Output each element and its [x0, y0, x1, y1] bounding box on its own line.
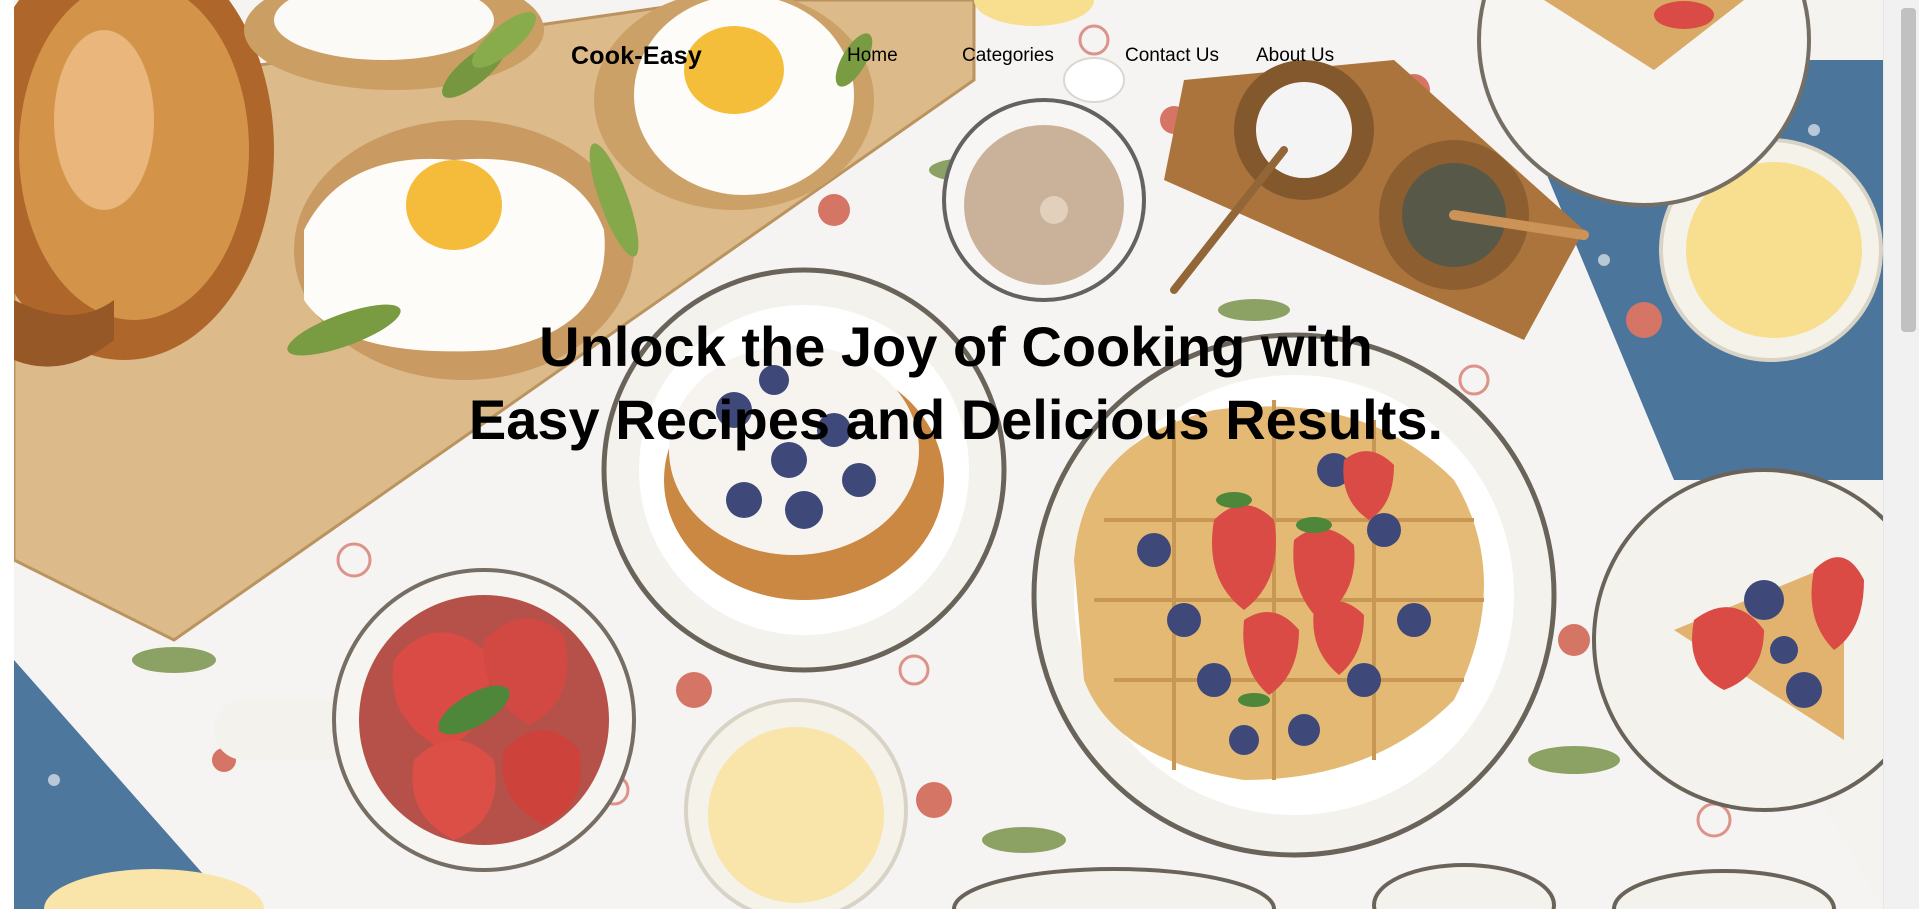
- nav-link-home[interactable]: Home: [847, 45, 898, 67]
- vertical-scrollbar[interactable]: [1883, 0, 1919, 909]
- left-gutter: [0, 0, 14, 909]
- hero-headline: Unlock the Joy of Cooking with Easy Reci…: [468, 315, 1444, 451]
- nav-link-about[interactable]: About Us: [1256, 45, 1334, 67]
- navbar: Cook-Easy Home Categories Contact Us Abo…: [14, 40, 1883, 72]
- hero-section: Cook-Easy Home Categories Contact Us Abo…: [14, 0, 1883, 909]
- nav-link-contact[interactable]: Contact Us: [1125, 45, 1219, 67]
- brand-logo[interactable]: Cook-Easy: [571, 42, 702, 71]
- page: Cook-Easy Home Categories Contact Us Abo…: [0, 0, 1919, 909]
- nav-link-categories[interactable]: Categories: [962, 45, 1054, 67]
- scrollbar-thumb[interactable]: [1901, 8, 1916, 332]
